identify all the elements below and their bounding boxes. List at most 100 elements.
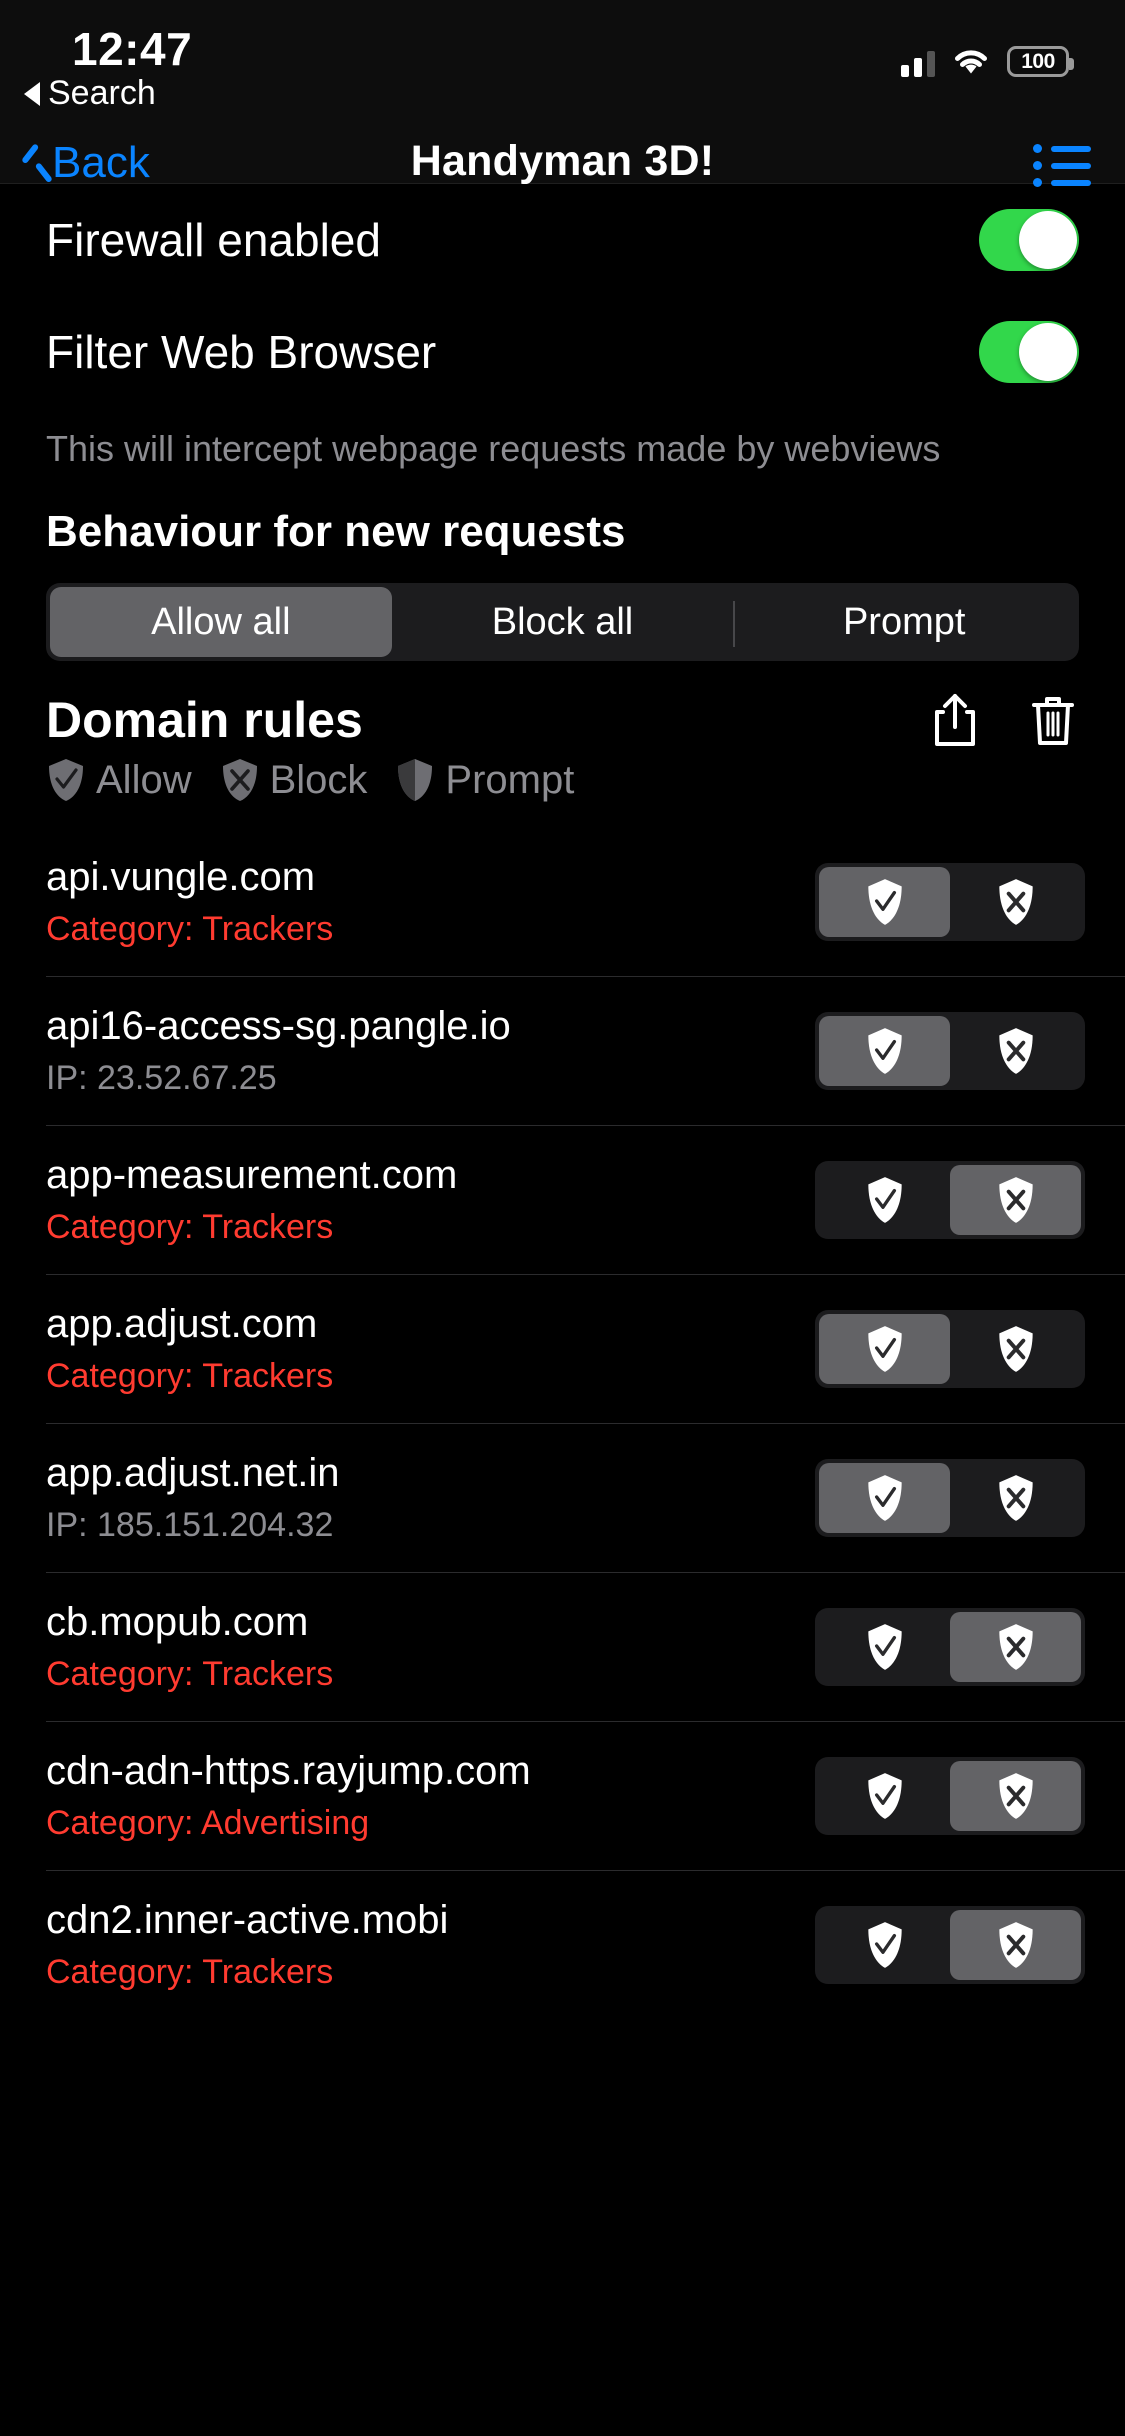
filter-web-browser-label: Filter Web Browser: [46, 326, 437, 378]
legend-allow: Allow: [46, 757, 192, 803]
domain-subtitle: Category: Trackers: [46, 1952, 334, 1991]
domain-rule-info: cdn2.inner-active.mobi Category: Trackers: [46, 1898, 448, 1992]
domain-name: app.adjust.com: [46, 1301, 318, 1346]
domain-rule-segmented-control[interactable]: [815, 1905, 1085, 1984]
domain-name: api16-access-sg.pangle.io: [46, 1003, 511, 1048]
battery-icon: 100: [1007, 46, 1074, 77]
domain-rule-row[interactable]: cb.mopub.com Category: Trackers: [0, 1572, 1125, 1721]
return-to-search-button[interactable]: Search: [24, 74, 156, 113]
domain-rule-info: app.adjust.com Category: Trackers: [46, 1302, 333, 1396]
shield-check-icon: [867, 878, 902, 925]
status-indicators: 100: [901, 46, 1074, 77]
domain-rule-row[interactable]: api16-access-sg.pangle.io IP: 23.52.67.25: [0, 976, 1125, 1125]
domain-rule-row[interactable]: api.vungle.com Category: Trackers: [0, 827, 1125, 976]
domain-subtitle: Category: Advertising: [46, 1803, 370, 1842]
shield-x-icon: [998, 1921, 1033, 1968]
legend-prompt-label: Prompt: [445, 757, 575, 802]
share-icon[interactable]: [929, 691, 981, 749]
filter-web-browser-toggle[interactable]: [979, 321, 1079, 383]
domain-rules-header: Domain rules: [0, 661, 1125, 749]
shield-check-icon: [867, 1474, 902, 1521]
domain-name: app-measurement.com: [46, 1152, 458, 1197]
domain-subtitle: IP: 185.151.204.32: [46, 1505, 334, 1544]
shield-x-icon: [222, 759, 257, 801]
domain-rules-title: Domain rules: [46, 692, 363, 748]
battery-level: 100: [1021, 49, 1055, 73]
settings-content: Firewall enabled Filter Web Browser This…: [0, 184, 1125, 2019]
domain-rule-segmented-control[interactable]: [815, 1458, 1085, 1537]
firewall-enabled-label: Firewall enabled: [46, 214, 381, 266]
domain-subtitle: Category: Trackers: [46, 909, 334, 948]
cellular-bars-icon: [901, 47, 935, 77]
domain-rule-allow-option[interactable]: [819, 1015, 950, 1086]
domain-rule-allow-option[interactable]: [819, 1910, 950, 1980]
legend-block: Block: [220, 757, 368, 803]
domain-rule-allow-option[interactable]: [819, 1313, 950, 1384]
domain-subtitle: Category: Trackers: [46, 1654, 334, 1693]
filter-helper-text: This will intercept webpage requests mad…: [46, 428, 941, 469]
behaviour-segmented-control[interactable]: Allow all Block all Prompt: [46, 583, 1079, 661]
domain-rule-row[interactable]: app.adjust.net.in IP: 185.151.204.32: [0, 1423, 1125, 1572]
list-bullet-icon[interactable]: [1033, 144, 1091, 188]
domain-rule-block-option[interactable]: [950, 1909, 1081, 1980]
page-title: Handyman 3D!: [410, 137, 715, 185]
segment-prompt[interactable]: Prompt: [733, 587, 1075, 657]
status-bar: 12:47 Search 100: [0, 0, 1125, 132]
shield-x-icon: [998, 1623, 1033, 1670]
domain-rule-block-option[interactable]: [950, 1463, 1081, 1533]
shield-check-icon: [867, 1027, 902, 1074]
behaviour-section-title: Behaviour for new requests: [46, 507, 626, 556]
shield-x-icon: [998, 1176, 1033, 1223]
domain-rule-allow-option[interactable]: [819, 1612, 950, 1682]
domain-rule-segmented-control[interactable]: [815, 1607, 1085, 1686]
shield-x-icon: [998, 1772, 1033, 1819]
firewall-enabled-row[interactable]: Firewall enabled: [0, 184, 1125, 296]
domain-rule-segmented-control[interactable]: [815, 1160, 1085, 1239]
filter-web-browser-row[interactable]: Filter Web Browser: [0, 296, 1125, 408]
domain-rule-segmented-control[interactable]: [815, 1756, 1085, 1835]
domain-rule-allow-option[interactable]: [819, 1761, 950, 1831]
domain-rule-row[interactable]: cdn2.inner-active.mobi Category: Trackers: [0, 1870, 1125, 2019]
domain-rule-info: api.vungle.com Category: Trackers: [46, 855, 333, 949]
domain-rule-block-option[interactable]: [950, 867, 1081, 937]
legend-block-label: Block: [269, 757, 368, 802]
segment-block-all[interactable]: Block all: [392, 587, 734, 657]
shield-check-icon: [867, 1623, 902, 1670]
shield-x-icon: [998, 1325, 1033, 1372]
shield-x-icon: [998, 1474, 1033, 1521]
domain-rule-row[interactable]: app.adjust.com Category: Trackers: [0, 1274, 1125, 1423]
domain-rule-block-option[interactable]: [950, 1611, 1081, 1682]
domain-rule-block-option[interactable]: [950, 1760, 1081, 1831]
status-time: 12:47: [72, 23, 193, 75]
domain-rule-block-option[interactable]: [950, 1314, 1081, 1384]
domain-subtitle: IP: 23.52.67.25: [46, 1058, 277, 1097]
domain-rule-row[interactable]: cdn-adn-https.rayjump.com Category: Adver…: [0, 1721, 1125, 1870]
wifi-icon: [955, 49, 987, 73]
domain-rule-block-option[interactable]: [950, 1164, 1081, 1235]
domain-rule-allow-option[interactable]: [819, 866, 950, 937]
shield-check-icon: [867, 1921, 902, 1968]
shield-check-icon: [867, 1772, 902, 1819]
legend-allow-label: Allow: [96, 757, 192, 802]
domain-rule-segmented-control[interactable]: [815, 1309, 1085, 1388]
domain-rule-segmented-control[interactable]: [815, 862, 1085, 941]
domain-rule-row[interactable]: app-measurement.com Category: Trackers: [0, 1125, 1125, 1274]
firewall-enabled-toggle[interactable]: [979, 209, 1079, 271]
domain-name: cdn-adn-https.rayjump.com: [46, 1748, 531, 1793]
domain-rules-actions: [929, 691, 1079, 749]
domain-rule-info: app-measurement.com Category: Trackers: [46, 1153, 457, 1247]
domain-name: cb.mopub.com: [46, 1599, 309, 1644]
shield-x-icon: [998, 878, 1033, 925]
domain-rule-info: cdn-adn-https.rayjump.com Category: Adver…: [46, 1749, 531, 1843]
domain-rule-allow-option[interactable]: [819, 1462, 950, 1533]
shield-check-icon: [867, 1325, 902, 1372]
domain-subtitle: Category: Trackers: [46, 1356, 334, 1395]
domain-rules-legend: Allow Block Prompt: [0, 749, 1125, 803]
back-triangle-icon: [24, 81, 40, 106]
domain-name: app.adjust.net.in: [46, 1450, 340, 1495]
domain-rule-segmented-control[interactable]: [815, 1011, 1085, 1090]
trash-icon[interactable]: [1027, 691, 1079, 749]
domain-rule-block-option[interactable]: [950, 1016, 1081, 1086]
domain-rule-allow-option[interactable]: [819, 1165, 950, 1235]
segment-allow-all[interactable]: Allow all: [50, 587, 392, 657]
